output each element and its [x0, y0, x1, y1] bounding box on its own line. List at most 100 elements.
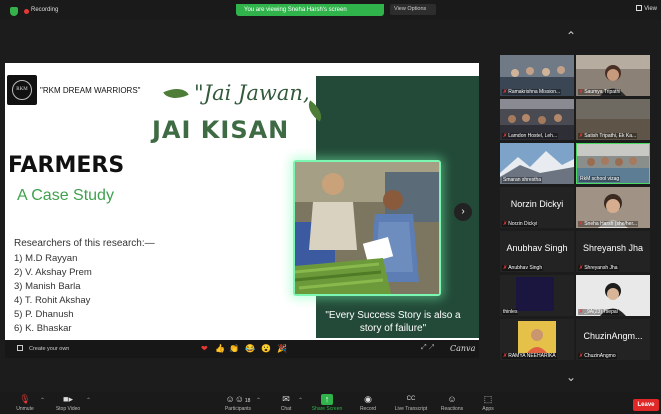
farmer-photo	[293, 160, 441, 296]
share-icon	[17, 345, 23, 351]
stop-video-button[interactable]: ■▸ Stop Video	[52, 394, 84, 412]
muted-mic-icon: 🎙	[19, 394, 31, 404]
apps-button[interactable]: ⬚ Apps	[478, 394, 498, 412]
participant-name: RkM school vizag	[580, 176, 620, 182]
recording-label: Recording	[31, 7, 59, 13]
participant-tile[interactable]: Smaran shrestha	[500, 143, 574, 184]
apps-icon: ⬚	[483, 394, 493, 404]
view-options-button[interactable]: View Options	[390, 4, 436, 15]
participant-tile[interactable]: Anubhav Singh ✗Anubhav Singh	[500, 231, 574, 272]
canva-presenter-bar: Create your own ❤ 👍 👏 😂 😮 🎉 ⤢ ↗ Canva	[5, 340, 479, 358]
top-bar: Recording You are viewing Sneha Harsh's …	[0, 0, 661, 20]
farmer-photo-illustration	[295, 162, 439, 294]
live-transcript-label: Live Transcript	[394, 406, 428, 412]
smiley-icon: ☺	[447, 394, 457, 404]
live-transcript-button[interactable]: CC Live Transcript	[390, 394, 432, 412]
share-screen-button[interactable]: ↑ Share Screen	[308, 394, 346, 412]
participant-tile[interactable]: ✗_9A(23) Tsepal	[576, 275, 650, 316]
participant-tile[interactable]: ✗Ramakrishna Mission...	[500, 55, 574, 96]
chat-icon: ✉	[282, 394, 290, 404]
participant-name: ChuzinAngmo	[584, 353, 616, 359]
record-label: Record	[359, 406, 377, 412]
reaction-thumbs-up[interactable]: 👍	[215, 344, 225, 354]
participant-tile[interactable]: ✗Satish Tripathi, Ek Ka...	[576, 99, 650, 140]
researcher-item: 3) Manish Barla	[14, 281, 81, 292]
participants-button[interactable]: ☺☺18 Participants	[222, 394, 254, 412]
participant-display-name: Norzin Dickyi	[510, 199, 564, 209]
participants-icon: ☺☺	[225, 394, 244, 404]
share-screen-icon: ↑	[321, 394, 333, 405]
participant-tile[interactable]: Shreyansh Jha ✗Shreyansh Jha	[576, 231, 650, 272]
screen-share-banner: You are viewing Sneha Harsh's screen	[236, 4, 384, 16]
participant-tile[interactable]: thinles	[500, 275, 574, 316]
leave-button[interactable]: Leave	[633, 399, 659, 411]
reactions-label: Reactions	[440, 406, 464, 412]
researcher-item: 5) P. Dhanush	[14, 309, 74, 320]
next-slide-chevron-icon[interactable]: ›	[454, 203, 472, 221]
create-your-own-label: Create your own	[29, 346, 70, 352]
audio-options-chevron-icon[interactable]: ⌃	[40, 397, 45, 404]
researcher-item: 4) T. Rohit Akshay	[14, 295, 91, 306]
apps-label: Apps	[482, 406, 494, 412]
participant-name: Smaran shrestha	[503, 177, 542, 183]
record-button[interactable]: ◉ Record	[356, 394, 380, 412]
slide-subheading: A Case Study	[17, 187, 114, 204]
gallery-scroll-up-icon[interactable]: ⌃	[566, 29, 576, 43]
participant-name: _9A(23) Tsepal	[584, 309, 618, 315]
researcher-item: 2) V. Akshay Prem	[14, 267, 92, 278]
researcher-item: 6) K. Bhaskar	[14, 323, 72, 334]
video-options-chevron-icon[interactable]: ⌃	[86, 397, 91, 404]
share-screen-label: Share Screen	[311, 406, 343, 412]
participant-tile[interactable]: ✗Lamdon Hostel, Leh...	[500, 99, 574, 140]
slide-heading: FARMERS	[8, 153, 125, 178]
participant-name: RAMYA NEEHARIKA	[508, 353, 556, 359]
muted-mic-icon: ✗	[579, 133, 584, 139]
stop-video-label: Stop Video	[55, 406, 81, 412]
reactions-button[interactable]: ☺ Reactions	[438, 394, 466, 412]
participant-tile[interactable]: ✗Saumya Tripathi	[576, 55, 650, 96]
unmute-button[interactable]: 🎙 Unmute	[12, 394, 38, 412]
reaction-laugh[interactable]: 😂	[245, 344, 255, 354]
unmute-label: Unmute	[16, 406, 34, 412]
muted-mic-icon: ✗	[503, 265, 508, 271]
participant-tile[interactable]: ✗Sneha Harsh (she/her...	[576, 187, 650, 228]
rkm-logo: RKM	[7, 75, 37, 105]
participant-tile[interactable]: ✗RAMYA NEEHARIKA	[500, 319, 574, 360]
chat-button[interactable]: ✉ Chat	[276, 394, 296, 412]
participant-display-name: Anubhav Singh	[506, 243, 568, 253]
participant-name: Lamdon Hostel, Leh...	[508, 133, 558, 139]
title-jai-kisan: JAI KISAN	[152, 116, 290, 144]
view-button[interactable]: View	[636, 5, 657, 12]
reaction-party[interactable]: 🎉	[277, 344, 287, 354]
chat-chevron-icon[interactable]: ⌃	[298, 397, 303, 404]
muted-mic-icon: ✗	[503, 221, 508, 227]
participant-tile[interactable]: Norzin Dickyi ✗Norzin Dickyi	[500, 187, 574, 228]
record-icon: ◉	[364, 394, 372, 404]
create-your-own-link[interactable]: Create your own	[17, 345, 69, 352]
participant-name: Anubhav Singh	[508, 265, 543, 271]
participant-name: Ramakrishna Mission...	[508, 89, 561, 95]
participant-name: Sneha Harsh (she/her...	[584, 221, 638, 227]
rkm-logo-text: RKM	[12, 80, 32, 100]
reaction-heart[interactable]: ❤	[201, 344, 208, 354]
video-camera-icon: ■▸	[63, 394, 73, 404]
fullscreen-icon[interactable]: ⤢ ↗	[421, 344, 434, 352]
slide-quote: "Every Success Story is also a story of …	[325, 310, 461, 334]
researcher-item: 1) M.D Rayyan	[14, 253, 78, 264]
gallery-scroll-down-icon[interactable]: ⌄	[566, 370, 576, 384]
security-shield-icon[interactable]	[10, 7, 18, 16]
participant-name: Saumya Tripathi	[584, 89, 621, 95]
participant-tile-active-speaker[interactable]: RkM school vizag	[576, 143, 650, 184]
reaction-wow[interactable]: 😮	[261, 344, 271, 354]
participant-tile[interactable]: ChuzinAngm... ✗ChuzinAngmo	[576, 319, 650, 360]
muted-mic-icon: ✗	[503, 133, 508, 139]
meeting-toolbar: 🎙 Unmute ⌃ ■▸ Stop Video ⌃ ☺☺18 Particip…	[0, 392, 661, 414]
leaf-icon-left	[163, 82, 189, 105]
captions-icon: CC	[406, 396, 416, 402]
muted-mic-icon: ✗	[503, 353, 508, 359]
team-name: "RKM DREAM WARRIORS"	[40, 86, 141, 95]
reaction-clap[interactable]: 👏	[229, 344, 239, 354]
participant-name: Norzin Dickyi	[508, 221, 538, 227]
participants-chevron-icon[interactable]: ⌃	[256, 397, 261, 404]
participant-name: Satish Tripathi, Ek Ka...	[584, 133, 637, 139]
